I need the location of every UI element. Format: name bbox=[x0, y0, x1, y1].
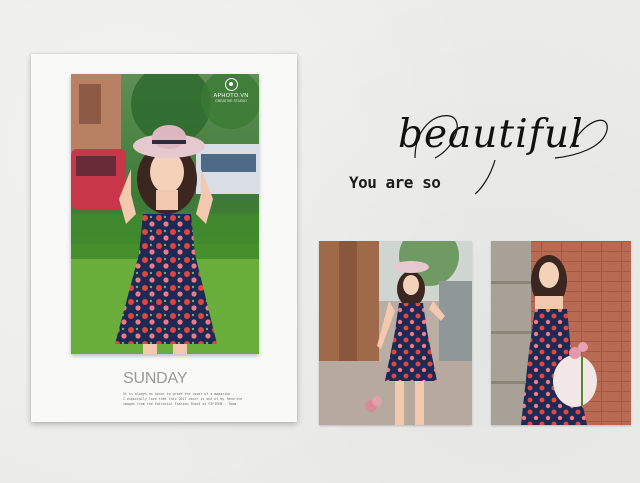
heading-lead: You are so bbox=[349, 173, 441, 192]
aperture-icon bbox=[224, 78, 238, 91]
cover-photo-image bbox=[71, 74, 259, 354]
wall-photo-image bbox=[491, 241, 631, 425]
brand-watermark: APHOTO.VN CREATIVE STUDIO bbox=[211, 78, 251, 103]
magazine-card: APHOTO.VN CREATIVE STUDIO SUNDAY It is a… bbox=[31, 54, 297, 422]
card-caption: It is always an honor to grace the cover… bbox=[123, 392, 253, 407]
street-photo-image bbox=[319, 241, 472, 425]
watermark-subtitle: CREATIVE STUDIO bbox=[215, 99, 247, 103]
cover-photo: APHOTO.VN CREATIVE STUDIO bbox=[71, 74, 259, 354]
card-title: SUNDAY bbox=[123, 370, 188, 387]
heading-script: beautiful bbox=[398, 112, 584, 157]
wall-photo bbox=[491, 241, 631, 425]
caption-line: images from the Editorial Fashion Shoot … bbox=[123, 402, 237, 406]
street-photo bbox=[319, 241, 472, 425]
